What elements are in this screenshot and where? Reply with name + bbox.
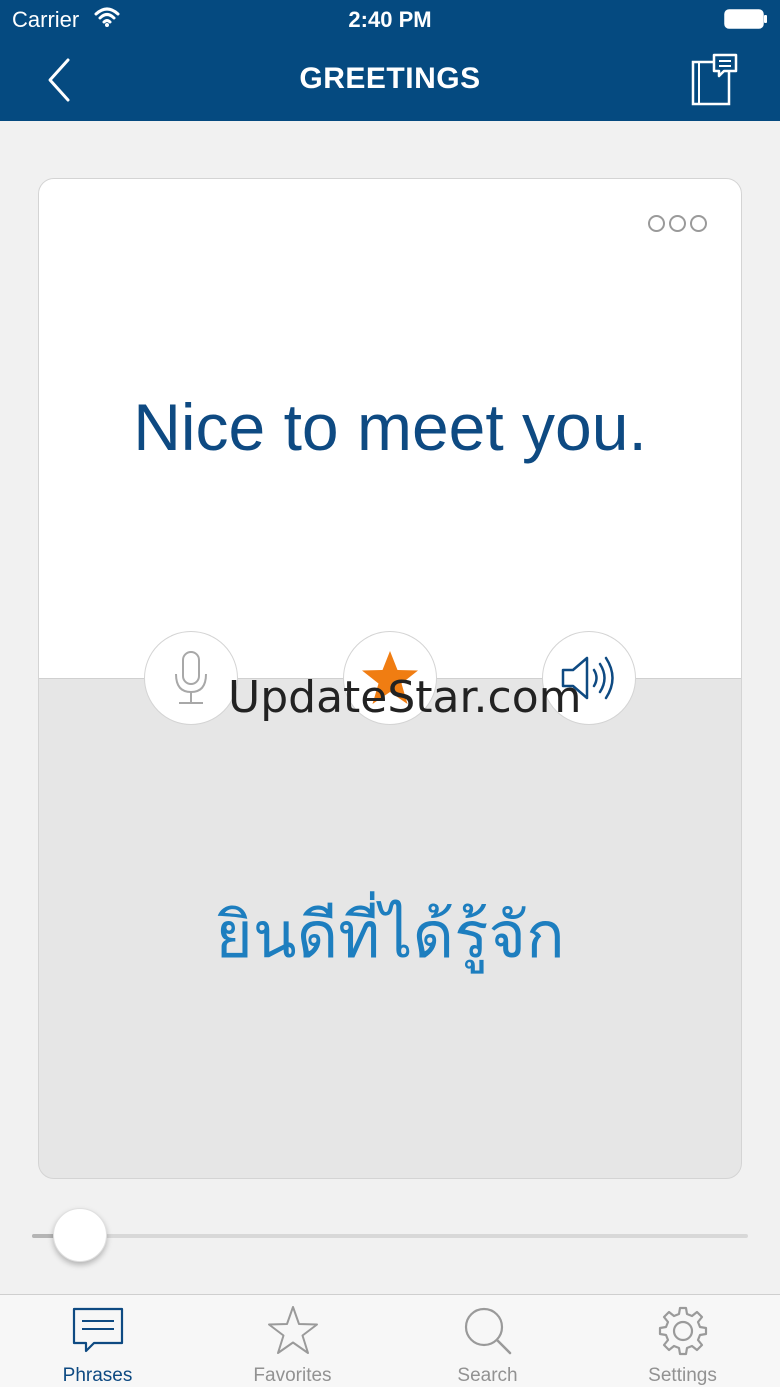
- battery-icon: [724, 9, 768, 29]
- card-source-panel: Nice to meet you.: [39, 179, 741, 679]
- page-title: GREETINGS: [299, 62, 481, 95]
- tab-label: Search: [457, 1365, 518, 1386]
- nav-bar: GREETINGS: [0, 40, 780, 121]
- magnifier-icon: [462, 1305, 514, 1357]
- phrase-slider-thumb[interactable]: [53, 1208, 107, 1262]
- clock: 2:40 PM: [348, 7, 432, 32]
- english-phrase: Nice to meet you.: [133, 390, 647, 464]
- tab-favorites[interactable]: Favorites: [195, 1295, 390, 1387]
- gear-icon: [657, 1305, 709, 1357]
- tab-bar: Phrases Favorites Search Settings: [0, 1294, 780, 1387]
- tab-settings[interactable]: Settings: [585, 1295, 780, 1387]
- tab-search[interactable]: Search: [390, 1295, 585, 1387]
- tab-label: Phrases: [62, 1365, 133, 1386]
- more-options-icon[interactable]: [648, 215, 707, 232]
- notebook-icon[interactable]: [688, 52, 740, 108]
- phrase-slider-track[interactable]: [32, 1234, 748, 1238]
- tab-label: Favorites: [253, 1365, 332, 1386]
- microphone-icon: [175, 651, 207, 704]
- star-icon: [267, 1305, 319, 1357]
- tab-phrases[interactable]: Phrases: [0, 1295, 195, 1387]
- watermark-text: UpdateStar.com: [228, 672, 582, 723]
- speech-bubble-icon: [72, 1305, 124, 1357]
- record-button[interactable]: [144, 631, 238, 725]
- status-bar: Carrier 2:40 PM: [0, 0, 780, 40]
- thai-translation: ยินดีที่ได้รู้จัก: [215, 899, 565, 973]
- tab-label: Settings: [648, 1365, 717, 1386]
